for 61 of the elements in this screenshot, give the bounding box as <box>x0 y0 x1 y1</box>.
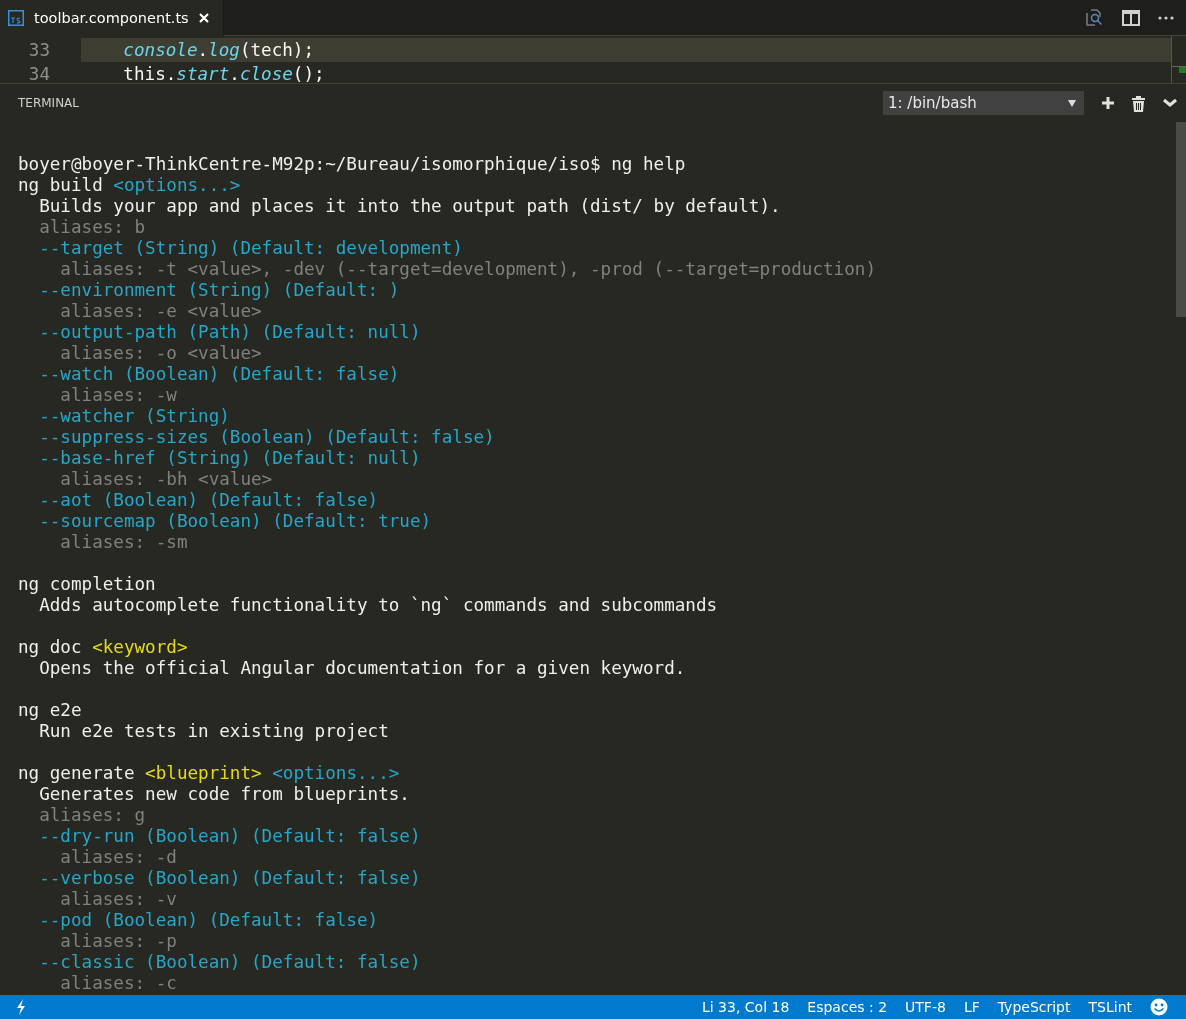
code-line: this.start.close(); <box>122 63 326 83</box>
terminal-line: boyer@boyer-ThinkCentre-M92p:~/Bureau/isomorphique/iso$ ng help <box>18 154 686 175</box>
terminal-line: aliases: -w <box>59 385 177 406</box>
split-editor-icon[interactable] <box>1122 9 1140 26</box>
terminal-line: aliases: -sm <box>59 532 188 553</box>
typescript-file-icon <box>8 10 24 26</box>
terminal-line: --sourcemap (Boolean) (Default: true) <box>38 511 432 532</box>
terminal-line: --base-href (String) (Default: null) <box>38 448 421 469</box>
status-item[interactable]: Li 33, Col 18 <box>701 999 790 1015</box>
plus-icon[interactable] <box>1101 96 1115 110</box>
close-icon[interactable] <box>198 13 209 23</box>
editor-tab[interactable]: toolbar.component.ts <box>0 0 224 36</box>
caret-icon <box>1068 99 1076 107</box>
more-icon[interactable] <box>1158 15 1174 20</box>
panel-title[interactable]: TERMINAL <box>18 96 79 110</box>
terminal-line: --watch (Boolean) (Default: false) <box>38 364 400 385</box>
terminal-line: aliases: -p <box>59 931 177 952</box>
terminal-line: Builds your app and places it into the output path (dist/ by default). <box>38 196 781 217</box>
terminal-line: Opens the official Angular documentation for a given keyword. <box>38 658 686 679</box>
terminal-line: --watcher (String) <box>38 406 230 427</box>
status-item[interactable]: TypeScript <box>997 999 1071 1015</box>
status-item[interactable]: LF <box>963 999 980 1015</box>
terminal-line: --classic (Boolean) (Default: false) <box>38 952 421 973</box>
line-number: 33 <box>27 40 50 60</box>
terminal-line: ng build <options...> <box>18 175 241 196</box>
terminal-line: --output-path (Path) (Default: null) <box>38 322 421 343</box>
scrollbar-thumb[interactable] <box>1176 122 1186 317</box>
search-file-icon[interactable] <box>1084 7 1104 28</box>
terminal-line: aliases: -c <box>59 973 177 994</box>
terminal-line: ng doc <keyword> <box>18 637 188 658</box>
terminal-line: --pod (Boolean) (Default: false) <box>38 910 379 931</box>
terminal-line: ng e2e <box>18 700 82 721</box>
terminal-line: ng completion <box>18 574 156 595</box>
chevron-down-icon[interactable] <box>1162 98 1178 108</box>
terminal-line: --suppress-sizes (Boolean) (Default: false) <box>38 427 495 448</box>
terminal-line: Run e2e tests in existing project <box>38 721 389 742</box>
terminal-line: --environment (String) (Default: ) <box>38 280 400 301</box>
trash-icon[interactable] <box>1132 94 1145 112</box>
status-item[interactable]: TSLint <box>1088 999 1132 1015</box>
terminal-line: aliases: -t <value>, -dev (--target=development), -prod (--target=production) <box>59 259 876 280</box>
terminal-line: aliases: -bh <value> <box>59 469 273 490</box>
status-item[interactable]: Espaces : 2 <box>807 999 888 1015</box>
terminal-line: --target (String) (Default: development) <box>38 238 463 259</box>
terminal-line: Generates new code from blueprints. <box>38 784 410 805</box>
terminal-line: aliases: -e <value> <box>59 301 262 322</box>
line-number: 34 <box>27 64 50 83</box>
terminal-line: aliases: -d <box>59 847 177 868</box>
lightning-icon[interactable] <box>16 999 26 1015</box>
terminal-line: aliases: -v <box>59 889 177 910</box>
terminal-line: --aot (Boolean) (Default: false) <box>38 490 379 511</box>
terminal-line: aliases: b <box>38 217 146 238</box>
terminal-line: ng generate <blueprint> <options...> <box>18 763 400 784</box>
terminal-line: --verbose (Boolean) (Default: false) <box>38 868 421 889</box>
smiley-icon[interactable] <box>1150 998 1168 1016</box>
terminal-line: aliases: -o <value> <box>59 343 262 364</box>
terminal-line: --dry-run (Boolean) (Default: false) <box>38 826 421 847</box>
terminal-line: Adds autocomplete functionality to `ng` commands and subcommands <box>38 595 718 616</box>
overview-ruler <box>1171 36 1186 83</box>
terminal-line: aliases: g <box>38 805 146 826</box>
status-item[interactable]: UTF-8 <box>905 999 946 1015</box>
terminal-select[interactable]: 1: /bin/bash <box>883 91 1084 115</box>
